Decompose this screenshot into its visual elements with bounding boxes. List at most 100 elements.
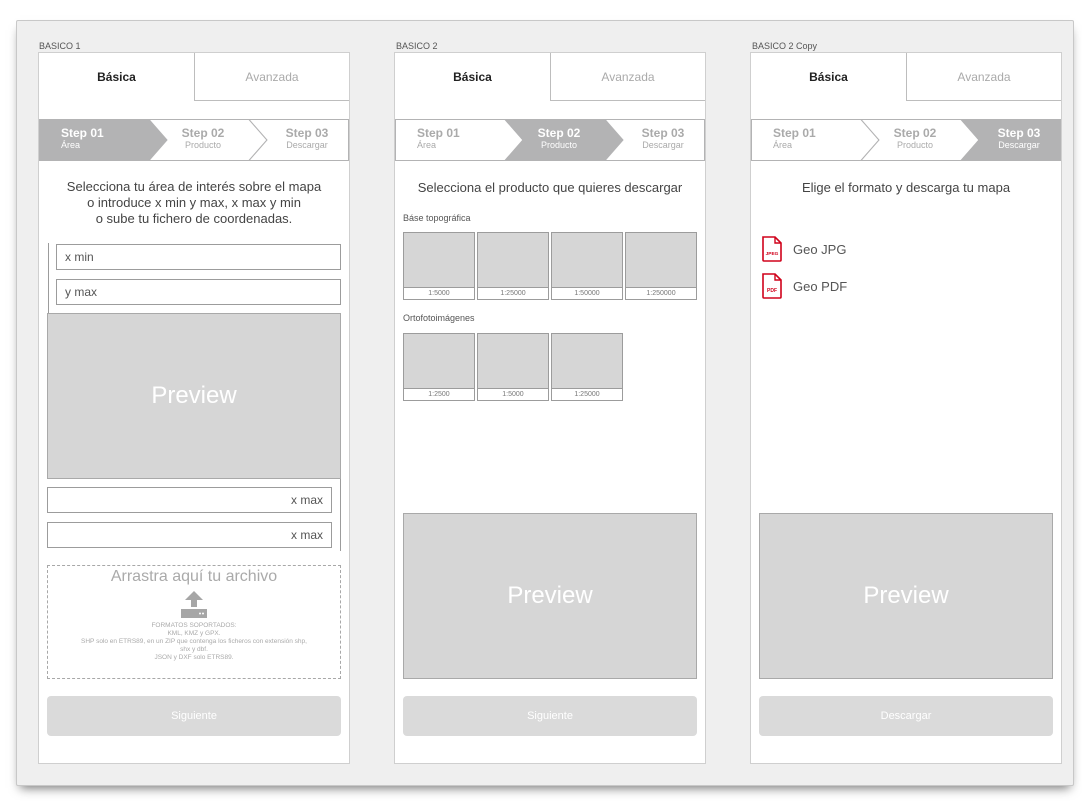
dropzone-formats-line: SHP solo en ETRS89, en un ZIP que conten… [81,638,307,645]
xmax-input-1[interactable]: x max [47,487,332,513]
section-label-ortofoto: Ortofotoimágenes [403,313,475,323]
stepper: Step 01 Área Step 02 Producto Step 03 De… [395,119,705,161]
step-01-title: Step 01 [417,126,460,140]
thumb-image [552,233,622,288]
thumb-scale: 1:5000 [428,290,450,297]
instructions-text: Selecciona el producto que quieres desca… [417,180,683,195]
artboard-basico-2: Básica Avanzada Step 01 Área Step 02 Pro… [394,52,706,764]
format-label-pdf: Geo PDF [793,278,848,294]
step-01[interactable]: Step 01 Área [773,126,816,150]
dropzone-formats-line: JSON y DXF solo ETRS89. [154,654,234,661]
dropzone-formats-line: KML, KMZ y GPX. [167,630,221,637]
map-preview[interactable]: Preview [403,513,697,679]
step-02[interactable]: Step 02 Producto [535,126,583,150]
step-01[interactable]: Step 01 Área [61,126,104,150]
map-preview[interactable]: Preview [759,513,1053,679]
map-preview[interactable]: Preview [47,313,341,479]
section-label-topografica: Báse topográfica [403,213,471,223]
stepper: Step 01 Área Step 02 Producto Step 03 De… [39,119,349,161]
artboard-label-basico-1: BASICO 1 [39,41,81,51]
step-02-sub: Producto [540,140,578,150]
artboard-label-basico-2-copy: BASICO 2 Copy [752,41,818,51]
thumb-image [478,233,548,288]
product-thumb[interactable]: 1:5000 [477,333,549,401]
step-02-title: Step 02 [537,126,581,140]
fields-bracket-right [340,479,341,551]
dropzone-formats-header: FORMATOS SOPORTADOS: [151,622,237,629]
jpeg-badge: JPEG [766,251,779,257]
thumb-scale: 1:25000 [574,391,600,398]
thumb-image [404,233,474,288]
product-thumb[interactable]: 1:25000 [551,333,623,401]
instructions-line-2: o introduce x min y max, x max y min [87,195,301,210]
xmin-input[interactable]: x min [56,244,341,270]
product-thumb[interactable]: 1:5000 [403,232,475,300]
step-03[interactable]: Step 03 Descargar [633,126,693,150]
file-dropzone[interactable]: Arrastra aquí tu archivo FORMATOS SOPORT… [47,565,341,679]
tab-avanzada[interactable]: Avanzada [550,53,705,101]
step-03-title: Step 03 [641,126,685,140]
download-button[interactable]: Descargar [759,696,1053,736]
thumb-image [626,233,696,288]
step-02-title: Step 02 [181,126,225,140]
instructions-line-3: o sube tu fichero de coordenadas. [95,211,293,226]
instructions-line-1: Selecciona tu área de interés sobre el m… [66,179,322,194]
step-03-sub: Descargar [642,140,684,150]
product-thumb[interactable]: 1:2500 [403,333,475,401]
upload-icon [178,590,210,620]
thumb-scale: 1:2500 [428,391,450,398]
tab-basica[interactable]: Básica [751,53,906,101]
thumb-scale: 1:50000 [574,290,600,297]
step-03[interactable]: Step 03 Descargar [989,126,1049,150]
step-02-sub: Producto [184,140,222,150]
step-03-title: Step 03 [997,126,1041,140]
step-02-title: Step 02 [893,126,937,140]
tab-avanzada[interactable]: Avanzada [194,53,349,101]
xmax-input-2[interactable]: x max [47,522,332,548]
product-thumb[interactable]: 1:50000 [551,232,623,300]
tab-basica[interactable]: Básica [39,53,194,101]
step-01-sub: Área [417,140,437,150]
format-option-pdf[interactable]: PDF Geo PDF [761,273,847,299]
thumb-scale: 1:250000 [646,290,676,297]
step-01-title: Step 01 [773,126,816,140]
step-01[interactable]: Step 01 Área [417,126,460,150]
pdf-file-icon: PDF [762,273,782,299]
step-02[interactable]: Step 02 Producto [891,126,939,150]
ymax-input[interactable]: y max [56,279,341,305]
jpeg-file-icon: JPEG [762,236,782,262]
mode-tabs: Básica Avanzada [395,53,705,101]
next-button[interactable]: Siguiente [403,696,697,736]
artboard-label-basico-2: BASICO 2 [396,41,438,51]
tab-basica[interactable]: Básica [395,53,550,101]
stepper: Step 01 Área Step 02 Producto Step 03 De… [751,119,1061,161]
format-option-jpg[interactable]: JPEG Geo JPG [761,236,846,262]
thumb-image [552,334,622,389]
artboard-basico-1: Básica Avanzada Step 01 Área Step 02 Pro… [38,52,350,764]
step-02-sub: Producto [896,140,934,150]
step-01-sub: Área [61,140,81,150]
product-thumb[interactable]: 1:250000 [625,232,697,300]
dropzone-title: Arrastra aquí tu archivo [110,568,278,585]
step-03-sub: Descargar [998,140,1040,150]
step-01-sub: Área [773,140,793,150]
step-03-title: Step 03 [285,126,329,140]
mode-tabs: Básica Avanzada [751,53,1061,101]
step-03-sub: Descargar [286,140,328,150]
next-button[interactable]: Siguiente [47,696,341,736]
fields-bracket [48,243,49,315]
mode-tabs: Básica Avanzada [39,53,349,101]
step-03[interactable]: Step 03 Descargar [277,126,337,150]
product-thumb[interactable]: 1:25000 [477,232,549,300]
thumb-scale: 1:5000 [502,391,524,398]
step-02[interactable]: Step 02 Producto [179,126,227,150]
artboard-basico-2-copy: Básica Avanzada Step 01 Área Step 02 Pro… [750,52,1062,764]
step-01-title: Step 01 [61,126,104,140]
instructions-text: Selecciona tu área de interés sobre el m… [49,179,339,227]
dropzone-formats-line: shx y dbf. [180,646,208,653]
format-label-jpg: Geo JPG [793,241,847,257]
instructions-text: Elige el formato y descarga tu mapa [801,180,1011,195]
thumb-image [404,334,474,389]
tab-avanzada[interactable]: Avanzada [906,53,1061,101]
thumb-image [478,334,548,389]
